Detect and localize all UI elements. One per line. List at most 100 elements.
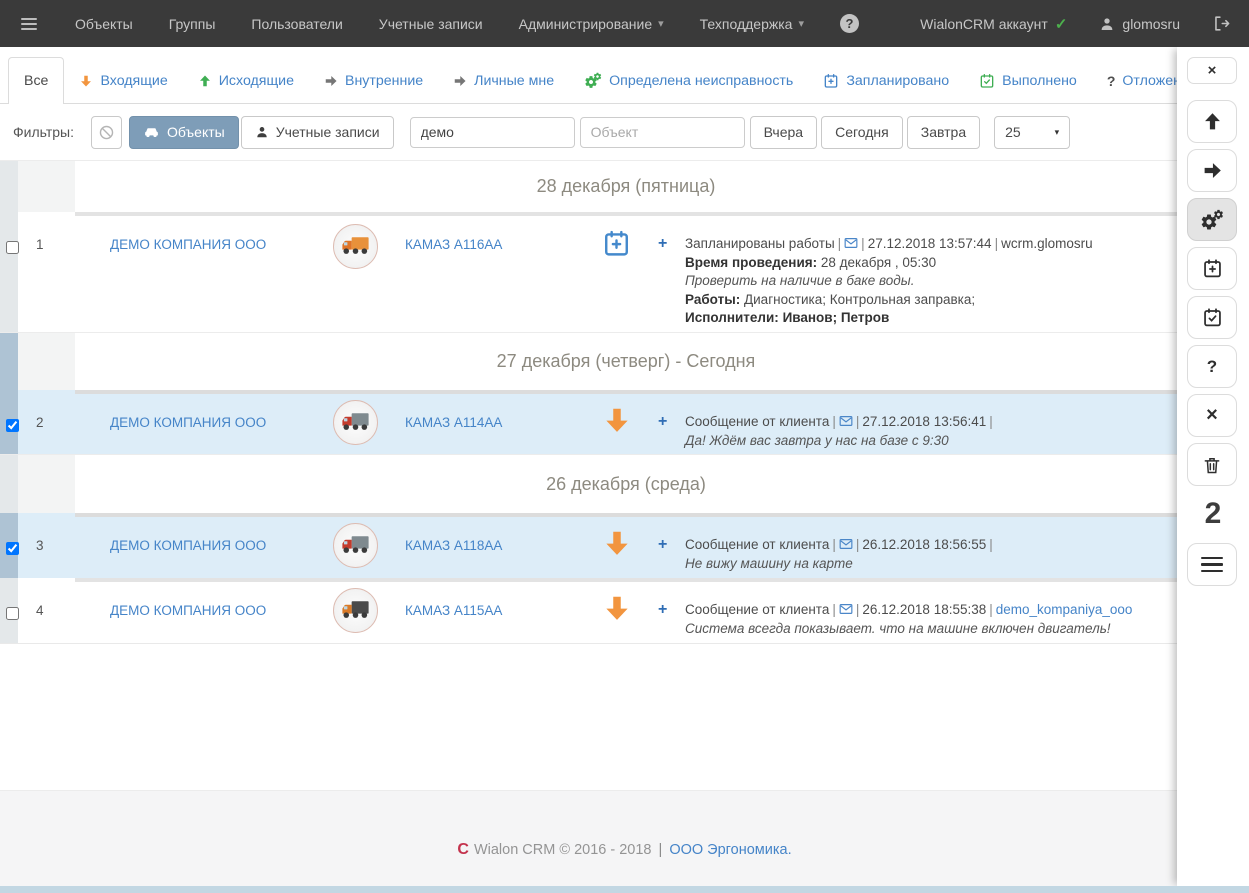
envelope-icon[interactable] [839, 415, 853, 427]
tab-internal[interactable]: Внутренние [309, 58, 438, 103]
list-menu-button[interactable] [1187, 543, 1237, 586]
arrow-down-icon [602, 593, 632, 623]
arrow-up-icon [198, 74, 212, 88]
calendar-check-icon [1202, 307, 1223, 328]
expand-plus-button[interactable]: + [658, 536, 667, 554]
menu-icon [1201, 557, 1223, 573]
vehicle-avatar [333, 588, 378, 633]
vehicle-link[interactable]: КАМАЗ А116АА [405, 237, 502, 252]
malfunction-button[interactable] [1187, 198, 1237, 241]
nav-item-accounts[interactable]: Учетные записи [379, 16, 483, 32]
company-link[interactable]: ДЕМО КОМПАНИЯ ООО [110, 538, 266, 553]
accounts-filter-button[interactable]: Учетные записи [241, 116, 394, 149]
message-body: Да! Ждём вас завтра у нас на базе с 9:30 [685, 432, 1162, 451]
nav-item-groups[interactable]: Группы [169, 16, 216, 32]
date-header-label: 26 декабря (среда) [75, 455, 1177, 513]
close-panel-button[interactable]: × [1187, 57, 1237, 84]
tab-done[interactable]: Выполнено [964, 58, 1092, 103]
table-row: 3 ДЕМО КОМПАНИЯ ООО КАМАЗ А118АА + Сообщ… [0, 513, 1177, 578]
help-icon[interactable]: ? [840, 14, 859, 33]
expand-plus-button[interactable]: + [658, 235, 667, 253]
row-gutter [18, 333, 75, 390]
close-icon: × [1208, 62, 1217, 79]
vehicle-link[interactable]: КАМАЗ А114АА [405, 415, 502, 430]
postpone-button[interactable]: ? [1187, 345, 1237, 388]
logout-button[interactable] [1212, 14, 1231, 33]
calendar-plus-icon [823, 73, 839, 89]
yesterday-button[interactable]: Вчера [750, 116, 818, 149]
nav-item-objects[interactable]: Объекты [75, 16, 133, 32]
row-gutter [0, 333, 18, 390]
arrow-down-icon [79, 74, 93, 88]
nav-item-support[interactable]: Техподдержка▾ [700, 16, 804, 32]
filters-label: Фильтры: [13, 124, 74, 140]
internal-message-button[interactable] [1187, 149, 1237, 192]
complete-works-button[interactable] [1187, 296, 1237, 339]
message-title-line: Сообщение от клиента||27.12.2018 13:56:4… [685, 413, 1162, 432]
delete-button[interactable] [1187, 443, 1237, 486]
user-menu[interactable]: glomosru [1099, 16, 1180, 32]
message-field: Исполнители: Иванов; Петров [685, 309, 1162, 328]
tab-personal[interactable]: Личные мне [438, 58, 569, 103]
row-top-strip [75, 212, 1177, 216]
today-button[interactable]: Сегодня [821, 116, 903, 149]
reject-button[interactable]: × [1187, 394, 1237, 437]
tab-all[interactable]: Все [8, 57, 64, 104]
nav-item-users[interactable]: Пользователи [251, 16, 342, 32]
message-block: Сообщение от клиента||27.12.2018 13:56:4… [685, 413, 1162, 450]
account-link[interactable]: demo_kompaniya_ooo [996, 602, 1133, 617]
date-group-header: 28 декабря (пятница) [0, 160, 1177, 212]
table-row: 2 ДЕМО КОМПАНИЯ ООО КАМАЗ А114АА + Сообщ… [0, 390, 1177, 454]
row-checkbox[interactable] [6, 241, 19, 254]
page-size-select[interactable]: 25 ▾ [994, 116, 1070, 149]
envelope-icon[interactable] [844, 237, 858, 249]
row-gutter [0, 455, 18, 513]
envelope-icon[interactable] [839, 603, 853, 615]
row-checkbox[interactable] [6, 607, 19, 620]
client-search-input[interactable] [410, 117, 575, 148]
message-body: Система всегда показывает. что на машине… [685, 620, 1162, 639]
calendar-check-icon [979, 73, 995, 89]
logout-icon [1212, 14, 1231, 33]
tomorrow-button[interactable]: Завтра [907, 116, 980, 149]
outgoing-message-button[interactable] [1187, 100, 1237, 143]
vehicle-link[interactable]: КАМАЗ А115АА [405, 603, 502, 618]
company-site-link[interactable]: ООО Эргономика. [669, 842, 791, 858]
clear-filters-button[interactable] [91, 116, 122, 149]
row-checkbox[interactable] [6, 419, 19, 432]
message-note: Проверить на наличие в баке воды. [685, 272, 1162, 291]
company-link[interactable]: ДЕМО КОМПАНИЯ ООО [110, 603, 266, 618]
row-top-strip [75, 578, 1177, 582]
table-row: 1 ДЕМО КОМПАНИЯ ООО КАМАЗ А116АА + Запла… [0, 212, 1177, 332]
company-link[interactable]: ДЕМО КОМПАНИЯ ООО [110, 237, 266, 252]
objects-filter-button[interactable]: Объекты [129, 116, 239, 149]
row-checkbox[interactable] [6, 542, 19, 555]
tab-incoming[interactable]: Входящие [64, 58, 182, 103]
plan-works-button[interactable] [1187, 247, 1237, 290]
close-icon: × [1206, 404, 1218, 427]
gears-icon [584, 72, 602, 89]
account-status[interactable]: WialonCRM аккаунт✓ [920, 15, 1067, 33]
object-search-input[interactable] [580, 117, 745, 148]
nav-item-administration[interactable]: Администрирование▾ [519, 16, 664, 32]
envelope-icon[interactable] [839, 538, 853, 550]
footer: CWialon CRM © 2016 - 2018 | ООО Эргономи… [0, 841, 1249, 859]
expand-plus-button[interactable]: + [658, 601, 667, 619]
message-field: Работы: Диагностика; Контрольная заправк… [685, 291, 1162, 310]
menu-icon[interactable] [21, 18, 37, 30]
message-block: Сообщение от клиента||26.12.2018 18:55:3… [685, 601, 1162, 638]
row-number: 2 [36, 415, 44, 430]
expand-plus-button[interactable]: + [658, 413, 667, 431]
bottom-scroll-strip[interactable] [0, 886, 1249, 893]
check-icon: ✓ [1055, 15, 1068, 33]
tab-planned[interactable]: Запланировано [808, 58, 964, 103]
row-top-strip [75, 390, 1177, 394]
ban-icon [98, 124, 115, 141]
company-link[interactable]: ДЕМО КОМПАНИЯ ООО [110, 415, 266, 430]
tab-outgoing[interactable]: Исходящие [183, 58, 309, 103]
vehicle-link[interactable]: КАМАЗ А118АА [405, 538, 502, 553]
message-title-line: Сообщение от клиента||26.12.2018 18:55:3… [685, 601, 1162, 620]
vehicle-avatar [333, 224, 378, 269]
row-gutter [18, 161, 75, 212]
tab-malfunction[interactable]: Определена неисправность [569, 58, 808, 103]
